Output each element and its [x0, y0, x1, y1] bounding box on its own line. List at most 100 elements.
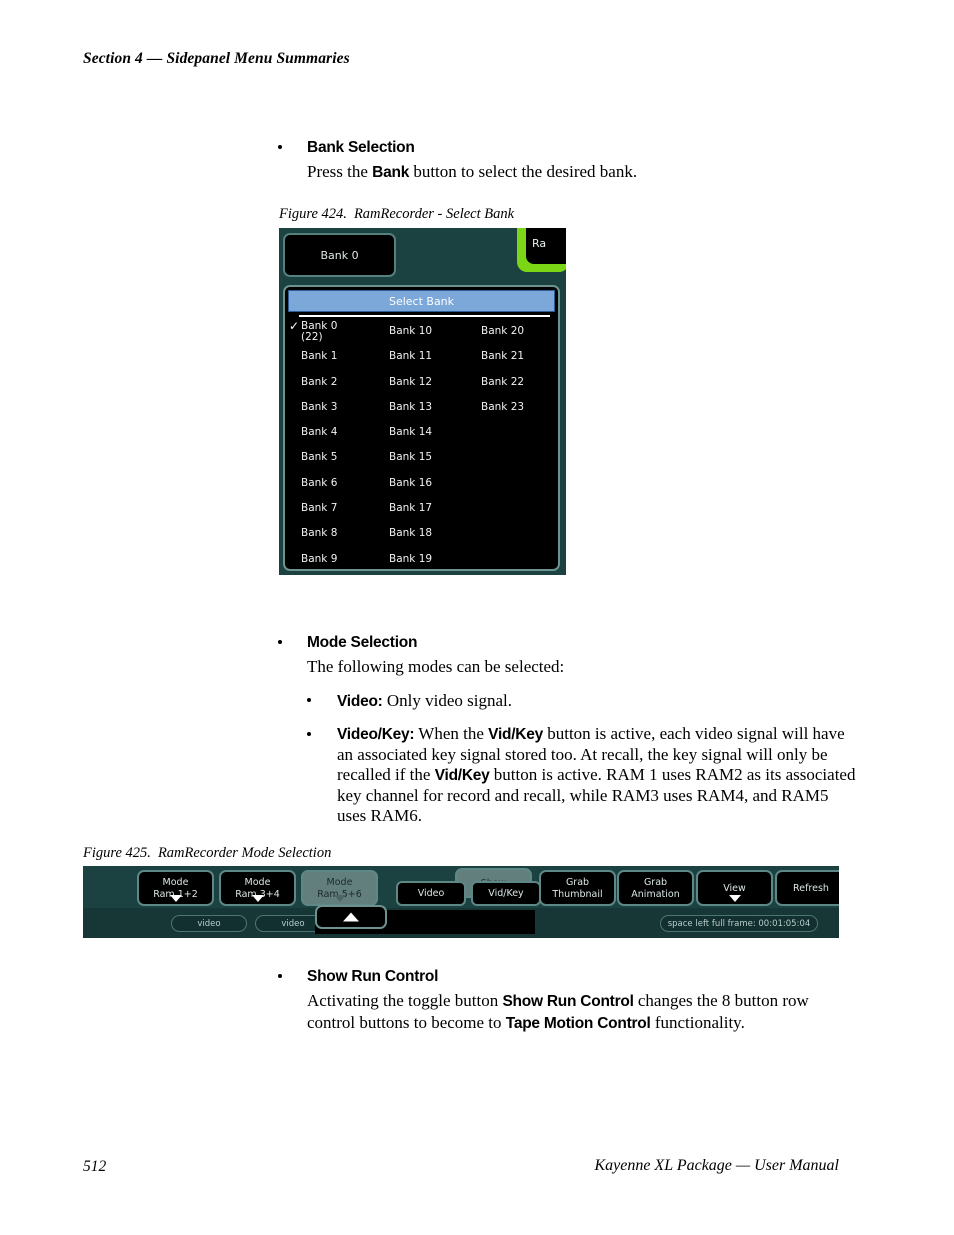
toolbar-button-label-line1: Grab	[643, 876, 668, 888]
bank-list-item[interactable]: ✓ Bank 0 (22)	[289, 319, 391, 344]
bank-selection-body-prefix: Press the	[307, 162, 373, 182]
bank-list-item-count: (22)	[301, 331, 323, 344]
bank-list-item-label: Bank 11	[389, 350, 433, 363]
bank-list-item[interactable]: Bank 3	[301, 395, 391, 420]
slot-button-label: video	[197, 918, 221, 929]
sub-bullet-video: Video: Only video signal.	[307, 691, 856, 712]
toolbar-button[interactable]: Grab Thumbnail	[539, 870, 616, 906]
popup-option-vid-key[interactable]: Vid/Key	[471, 881, 541, 906]
bank-list-item[interactable]: Bank 20	[481, 319, 558, 344]
toolbar-button[interactable]: Mode Ram 5+6	[301, 870, 378, 906]
bank-list-item[interactable]: Bank 12	[389, 370, 479, 395]
bank-list-item[interactable]: Bank 23	[481, 395, 558, 420]
toolbar-button[interactable]: Mode Ram 1+2	[137, 870, 214, 906]
bank-list-item[interactable]: Bank 19	[389, 547, 479, 569]
bank-list-item[interactable]: Bank 22	[481, 370, 558, 395]
toolbar-button[interactable]: View	[696, 870, 773, 906]
bank-list-item[interactable]: Bank 9	[301, 547, 391, 569]
bank-list-item-label: Bank 10	[389, 325, 433, 337]
bank-list-item[interactable]: Bank 15	[389, 445, 479, 470]
bank-button[interactable]: Bank 0	[283, 233, 396, 277]
srcontrol-text-1: Activating the toggle button	[307, 991, 503, 1011]
bank-list-item[interactable]: Bank 18	[389, 521, 479, 546]
srcontrol-bold-1: Show Run Control	[502, 993, 634, 1011]
popup-option-video[interactable]: Video	[396, 881, 466, 906]
sub-bullet-video-key-text: Video/Key: When the Vid/Key button is ac…	[337, 724, 856, 826]
footer-page-number: 512	[83, 1158, 107, 1175]
scroll-up-button[interactable]	[315, 905, 387, 929]
popup-option-video-label: Video	[417, 888, 445, 899]
bank-list-item[interactable]: Bank 4	[301, 420, 391, 445]
toolbar-button-label-line1: Mode	[244, 876, 271, 888]
toolbar-button-label-line1: Grab	[565, 876, 590, 888]
chevron-down-icon	[251, 895, 264, 902]
bank-list-item-label: Bank 8	[301, 527, 338, 540]
toolbar-button-label-line1: Mode	[162, 876, 189, 888]
bank-list-item-label: Bank 1	[301, 350, 338, 363]
mode-selection-heading: Mode Selection	[307, 634, 418, 651]
toolbar-button[interactable]: Grab Animation	[617, 870, 694, 906]
bullet-icon	[278, 640, 282, 645]
srcontrol-bold-2: Tape Motion Control	[505, 1014, 651, 1032]
bank-list-item-label: Bank 5	[301, 451, 338, 464]
ram-recorder-tab-highlight: Ra	[517, 228, 566, 272]
bullet-show-run-control: Show Run Control Activating the toggle b…	[278, 967, 860, 1033]
bank-list-item[interactable]: Bank 11	[389, 344, 479, 369]
toolbar-button-label-line1: Refresh	[793, 882, 829, 894]
popup-divider	[299, 315, 550, 317]
bank-selection-body-suffix: button to select the desired bank.	[409, 162, 638, 182]
bank-list-item[interactable]: Bank 14	[389, 420, 479, 445]
srcontrol-text-3: functionality.	[650, 1012, 745, 1032]
bank-list-item[interactable]: Bank 2	[301, 370, 391, 395]
bank-list-item-label: Bank 20	[481, 325, 525, 337]
sub-bullet-video-text: Video: Only video signal.	[337, 691, 856, 712]
toolbar-button-label-line1: View	[723, 882, 746, 894]
bank-list-item-label: Bank 16	[389, 476, 433, 489]
mode-selection-intro: The following modes can be selected:	[307, 657, 565, 677]
bank-list-item-label: Bank 19	[389, 552, 433, 565]
toolbar-button[interactable]: Mode Ram 3+4	[219, 870, 296, 906]
bank-column-0: ✓ Bank 0 (22) Bank 1 Bank 2 Bank 3 Bank 4 Bank …	[289, 319, 391, 569]
bank-list-item[interactable]: Bank 16	[389, 471, 479, 496]
bank-list-item[interactable]: Bank 8	[301, 521, 391, 546]
sub-bullet-video-key: Video/Key: When the Vid/Key button is ac…	[307, 724, 856, 826]
bank-list-item-label: Bank 3	[301, 400, 338, 413]
chevron-up-icon	[343, 912, 359, 922]
bank-list-item[interactable]: Bank 17	[389, 496, 479, 521]
slot-button-label: video	[281, 918, 305, 929]
bullet-icon	[278, 145, 282, 150]
video-label: Video:	[337, 692, 383, 710]
slot-button[interactable]: video	[171, 915, 247, 932]
figure-425-image: ModeRam 1+2ModeRam 3+4ModeRam 5+6ShowGra…	[83, 866, 839, 938]
bank-list-item[interactable]: Bank 7	[301, 496, 391, 521]
bank-list-item[interactable]: Bank 13	[389, 395, 479, 420]
bank-list-item-label: Bank 7	[301, 502, 338, 515]
running-head: Section 4 — Sidepanel Menu Summaries	[83, 50, 350, 67]
bank-list-item[interactable]: Bank 21	[481, 344, 558, 369]
chevron-down-icon	[728, 895, 741, 902]
vid-key-bold-2: Vid/Key	[488, 726, 543, 744]
bank-list-item[interactable]: Bank 5	[301, 445, 391, 470]
bank-list-item-label: Bank 22	[481, 375, 525, 388]
bank-button-label: Bank 0	[320, 248, 359, 262]
bank-selection-body-bold: Bank	[372, 164, 410, 182]
toolbar-button[interactable]: Refresh	[775, 870, 839, 906]
bank-selection-heading: Bank Selection	[307, 139, 415, 156]
show-run-control-heading: Show Run Control	[307, 968, 439, 985]
bank-list-item-label: Bank 17	[389, 502, 433, 515]
figure-424-image: Bank 0 Ra Select Bank ✓ Bank 0 (22) Bank 1 B…	[279, 228, 566, 575]
vid-key-bold-3: Vid/Key	[434, 767, 490, 785]
bullet-mode-selection: Mode Selection The following modes can b…	[278, 633, 856, 827]
figure-425-title: RamRecorder Mode Selection	[157, 845, 332, 861]
bank-list-item[interactable]: Bank 1	[301, 344, 391, 369]
bullet-bank-selection: Bank Selection Press the Bank button to …	[278, 138, 878, 183]
bank-list-item[interactable]: Bank 10	[389, 319, 479, 344]
status-readout-label: space left full frame: 00:01:05:04	[667, 918, 811, 929]
bank-list-item-label: Bank 9	[301, 552, 338, 565]
bank-list-item[interactable]: Bank 6	[301, 471, 391, 496]
bank-column-1: Bank 10 Bank 11 Bank 12 Bank 13 Bank 14 Bank …	[389, 319, 479, 569]
bullet-icon	[278, 974, 282, 979]
toolbar-button-label-line2: Thumbnail	[552, 888, 603, 900]
show-run-control-body: Activating the toggle button Show Run Co…	[307, 990, 860, 1033]
ram-recorder-tab[interactable]: Ra	[526, 228, 566, 264]
